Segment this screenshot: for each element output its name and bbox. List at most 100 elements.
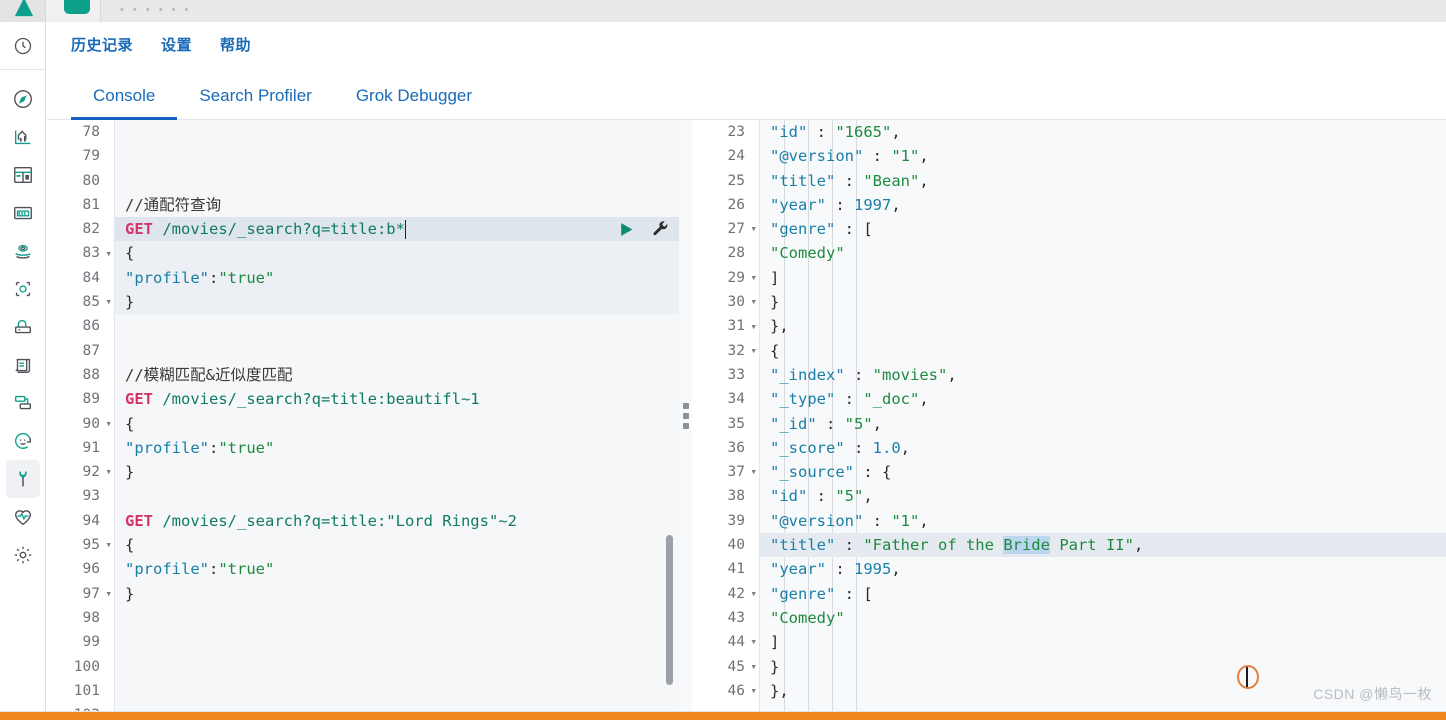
help-link[interactable]: 帮助	[220, 34, 251, 55]
response-line[interactable]: 28 "Comedy"	[692, 241, 1446, 265]
line-number: 45 ▾	[692, 655, 757, 679]
request-line[interactable]: 87	[47, 339, 679, 363]
request-line[interactable]: 100	[47, 655, 679, 679]
response-line[interactable]: 33 "_index" : "movies",	[692, 363, 1446, 387]
request-line[interactable]: 96 "profile": "true"	[47, 557, 679, 581]
fold-toggle-icon[interactable]: ▾	[105, 241, 112, 265]
request-line[interactable]: 78	[47, 120, 679, 144]
line-text: "_type" : "_doc",	[770, 390, 929, 409]
fold-toggle-icon[interactable]: ▾	[750, 217, 757, 241]
fold-toggle-icon[interactable]: ▾	[105, 582, 112, 606]
response-line[interactable]: 27 ▾ "genre" : [	[692, 217, 1446, 241]
request-line[interactable]: 86	[47, 314, 679, 338]
history-link[interactable]: 历史记录	[71, 34, 133, 55]
line-text: "_id" : "5",	[770, 414, 883, 433]
request-editor-pane[interactable]: 787980✕81//通配符查询82GET /movies/_search?q=…	[47, 120, 679, 712]
line-text: {	[125, 244, 135, 263]
line-text: "profile": "true"	[125, 268, 275, 287]
response-line[interactable]: 39 "@version" : "1",	[692, 509, 1446, 533]
line-number: 39	[727, 512, 745, 529]
response-line[interactable]: 32 ▾ {	[692, 339, 1446, 363]
line-number: 46 ▾	[692, 679, 757, 703]
infrastructure-icon[interactable]	[6, 308, 40, 346]
canvas-icon[interactable]	[6, 194, 40, 232]
request-editor-scrollbar[interactable]	[666, 535, 673, 685]
response-line[interactable]: 24 "@version" : "1",	[692, 144, 1446, 168]
settings-link[interactable]: 设置	[161, 34, 192, 55]
request-line[interactable]: 93	[47, 484, 679, 508]
fold-toggle-icon[interactable]: ▾	[750, 679, 757, 703]
request-line[interactable]: ✕88//模糊匹配&近似度匹配	[47, 363, 679, 387]
request-line[interactable]: ✕81//通配符查询	[47, 193, 679, 217]
response-line[interactable]: 36 "_score" : 1.0,	[692, 436, 1446, 460]
fold-toggle-icon[interactable]: ▾	[750, 339, 757, 363]
fold-toggle-icon[interactable]: ▾	[750, 655, 757, 679]
dev-tools-icon[interactable]	[5, 460, 40, 498]
fold-toggle-icon[interactable]: ▾	[750, 266, 757, 290]
monitoring-icon[interactable]	[6, 498, 40, 536]
request-line[interactable]: 80	[47, 169, 679, 193]
line-number: 92 ▾	[47, 460, 112, 484]
fold-toggle-icon[interactable]: ▾	[750, 630, 757, 654]
response-line[interactable]: 38 "id" : "5",	[692, 484, 1446, 508]
tab-console[interactable]: Console	[71, 86, 178, 120]
request-line[interactable]: 92 ▾}	[47, 460, 679, 484]
response-line[interactable]: 43 "Comedy"	[692, 606, 1446, 630]
response-line[interactable]: 30 ▾ }	[692, 290, 1446, 314]
response-editor-pane[interactable]: 23 "id" : "1665", 24 "@version" : "1", 25 …	[692, 120, 1446, 712]
uptime-icon[interactable]	[6, 422, 40, 460]
fold-toggle-icon[interactable]: ▾	[750, 290, 757, 314]
tab-grok-debugger[interactable]: Grok Debugger	[334, 86, 494, 119]
request-options-wrench-icon[interactable]	[651, 220, 669, 238]
fold-toggle-icon[interactable]: ▾	[105, 460, 112, 484]
fold-toggle-icon[interactable]: ▾	[105, 412, 112, 436]
management-gear-icon[interactable]	[6, 536, 40, 574]
maps-icon[interactable]	[6, 232, 40, 270]
request-line[interactable]: 101	[47, 679, 679, 703]
response-line[interactable]: 41 "year" : 1995,	[692, 557, 1446, 581]
response-line[interactable]: 26 "year" : 1997,	[692, 193, 1446, 217]
response-line[interactable]: 42 ▾ "genre" : [	[692, 582, 1446, 606]
apm-icon[interactable]	[6, 384, 40, 422]
console-editors: 787980✕81//通配符查询82GET /movies/_search?q=…	[47, 120, 1446, 712]
request-line[interactable]: 94 GET /movies/_search?q=title:"Lord Ring…	[47, 509, 679, 533]
dashboard-icon[interactable]	[6, 156, 40, 194]
response-line[interactable]: 31 ▾ },	[692, 314, 1446, 338]
request-line[interactable]: 98	[47, 606, 679, 630]
address-bar-placeholder-dots: • • • • • •	[120, 4, 192, 16]
logs-icon[interactable]	[6, 346, 40, 384]
fold-toggle-icon[interactable]: ▾	[750, 582, 757, 606]
response-line[interactable]: 34 "_type" : "_doc",	[692, 387, 1446, 411]
response-code[interactable]: 23 "id" : "1665", 24 "@version" : "1", 25 …	[692, 120, 1446, 703]
response-line[interactable]: 44 ▾ ]	[692, 630, 1446, 654]
send-request-play-icon[interactable]	[618, 221, 635, 238]
response-line[interactable]: 29 ▾ ]	[692, 266, 1446, 290]
visualize-icon[interactable]	[6, 118, 40, 156]
response-line[interactable]: 45 ▾ }	[692, 655, 1446, 679]
request-line[interactable]: 90 ▾ {	[47, 412, 679, 436]
request-line[interactable]: 97 ▾}	[47, 582, 679, 606]
request-line[interactable]: 89 GET /movies/_search?q=title:beautifl~1	[47, 387, 679, 411]
fold-toggle-icon[interactable]: ▾	[105, 533, 112, 557]
response-line[interactable]: 37 ▾ "_source" : {	[692, 460, 1446, 484]
fold-toggle-icon[interactable]: ▾	[750, 314, 757, 338]
response-line[interactable]: 23 "id" : "1665",	[692, 120, 1446, 144]
recently-viewed-icon[interactable]	[6, 27, 40, 65]
tab-search-profiler[interactable]: Search Profiler	[177, 86, 333, 119]
text-caret	[1246, 667, 1248, 687]
fold-toggle-icon[interactable]: ▾	[105, 290, 112, 314]
pane-splitter-handle[interactable]	[679, 120, 692, 712]
line-text: "genre" : [	[770, 584, 873, 603]
request-line[interactable]: 91 "profile": "true"	[47, 436, 679, 460]
discover-icon[interactable]	[6, 80, 40, 118]
request-line[interactable]: 79	[47, 144, 679, 168]
machine-learning-icon[interactable]	[6, 270, 40, 308]
request-line[interactable]: 95 ▾ {	[47, 533, 679, 557]
line-number: 42 ▾	[692, 582, 757, 606]
fold-toggle-icon[interactable]: ▾	[750, 460, 757, 484]
response-line[interactable]: 35 "_id" : "5",	[692, 412, 1446, 436]
request-code[interactable]: 787980✕81//通配符查询82GET /movies/_search?q=…	[47, 120, 679, 712]
line-number: 100	[73, 658, 100, 675]
request-line[interactable]: 99	[47, 630, 679, 654]
response-line[interactable]: 25 "title" : "Bean",	[692, 169, 1446, 193]
